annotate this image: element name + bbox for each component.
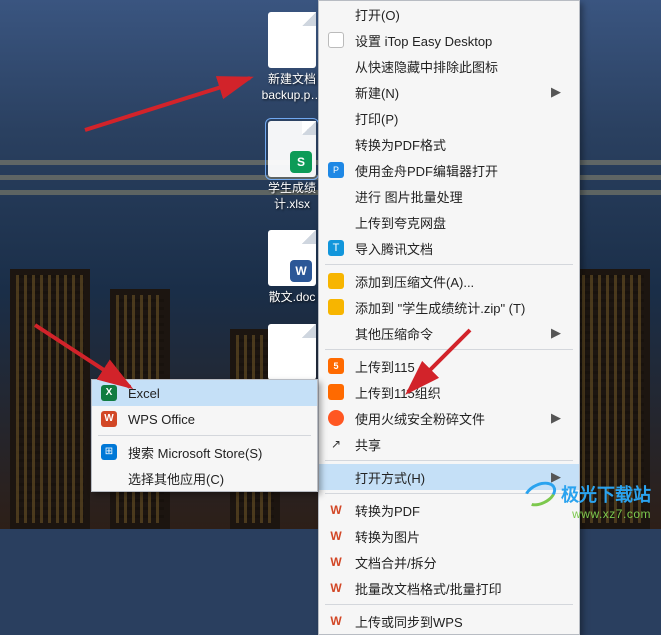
menu-item-upload-115[interactable]: 5上传到115: [319, 353, 579, 379]
menu-item-jinzhou-pdf[interactable]: P使用金舟PDF编辑器打开: [319, 157, 579, 183]
wps-icon: W: [327, 527, 345, 545]
menu-item-wps-to-image[interactable]: W转换为图片: [319, 523, 579, 549]
menu-item-share[interactable]: ↗共享: [319, 431, 579, 457]
menu-item-other-compress[interactable]: 其他压缩命令▶: [319, 320, 579, 346]
wps-icon: W: [327, 553, 345, 571]
115-icon: 5: [327, 357, 345, 375]
menu-item-tencent-docs[interactable]: T导入腾讯文档: [319, 235, 579, 261]
menu-separator: [325, 604, 573, 605]
watermark-url: www.xz7.com: [523, 507, 651, 521]
watermark: 极光下载站 www.xz7.com: [523, 481, 651, 521]
zip-icon: [327, 272, 345, 290]
menu-item-wps-sync[interactable]: W上传或同步到WPS: [319, 608, 579, 634]
context-menu-open-with: XExcel WWPS Office ⊞搜索 Microsoft Store(S…: [91, 379, 318, 492]
excel-badge-icon: S: [290, 151, 312, 173]
menu-separator: [98, 435, 311, 436]
tencent-icon: T: [327, 239, 345, 257]
submenu-item-ms-store[interactable]: ⊞搜索 Microsoft Store(S): [92, 439, 317, 465]
word-badge-icon: W: [290, 260, 312, 282]
menu-item-itop[interactable]: 设置 iTop Easy Desktop: [319, 27, 579, 53]
watermark-title: 极光下载站: [561, 481, 651, 507]
context-menu-main: 打开(O) 设置 iTop Easy Desktop 从快速隐藏中排除此图标 新…: [318, 0, 580, 635]
menu-item-convert-pdf[interactable]: 转换为PDF格式: [319, 131, 579, 157]
menu-item-open[interactable]: 打开(O): [319, 1, 579, 27]
ms-store-icon: ⊞: [100, 443, 118, 461]
menu-item-image-batch[interactable]: 进行 图片批量处理: [319, 183, 579, 209]
itop-icon: [327, 31, 345, 49]
pdf-icon: P: [327, 161, 345, 179]
fire-icon: [327, 409, 345, 427]
wps-office-icon: W: [100, 410, 118, 428]
menu-item-exclude-icon[interactable]: 从快速隐藏中排除此图标: [319, 53, 579, 79]
zip-icon: [327, 298, 345, 316]
chevron-right-icon: ▶: [531, 325, 561, 341]
menu-item-wps-merge-split[interactable]: W文档合并/拆分: [319, 549, 579, 575]
wps-icon: W: [327, 501, 345, 519]
menu-item-huorong-shred[interactable]: 使用火绒安全粉碎文件▶: [319, 405, 579, 431]
watermark-logo-icon: [523, 483, 557, 505]
excel-icon: X: [100, 384, 118, 402]
menu-separator: [325, 264, 573, 265]
wps-icon: W: [327, 579, 345, 597]
menu-item-new[interactable]: 新建(N)▶: [319, 79, 579, 105]
share-icon: ↗: [327, 435, 345, 453]
menu-item-add-archive[interactable]: 添加到压缩文件(A)...: [319, 268, 579, 294]
115-org-icon: [327, 383, 345, 401]
menu-separator: [325, 460, 573, 461]
menu-item-wps-batch[interactable]: W批量改文档格式/批量打印: [319, 575, 579, 601]
menu-item-print[interactable]: 打印(P): [319, 105, 579, 131]
menu-item-upload-115-org[interactable]: 上传到115组织: [319, 379, 579, 405]
chevron-right-icon: ▶: [531, 410, 561, 426]
submenu-item-wps-office[interactable]: WWPS Office: [92, 406, 317, 432]
menu-separator: [325, 349, 573, 350]
submenu-item-excel[interactable]: XExcel: [92, 380, 317, 406]
submenu-item-choose-app[interactable]: 选择其他应用(C): [92, 465, 317, 491]
wps-icon: W: [327, 612, 345, 630]
menu-item-quark-upload[interactable]: 上传到夸克网盘: [319, 209, 579, 235]
chevron-right-icon: ▶: [531, 84, 561, 100]
menu-item-add-zip-named[interactable]: 添加到 "学生成绩统计.zip" (T): [319, 294, 579, 320]
